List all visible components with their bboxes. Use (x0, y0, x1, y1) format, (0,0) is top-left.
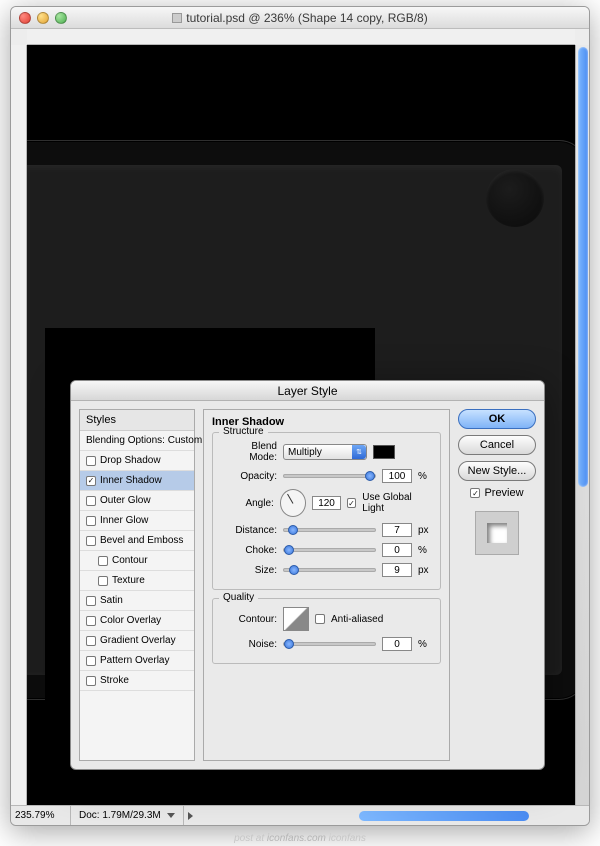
style-checkbox[interactable] (86, 536, 96, 546)
quality-legend: Quality (219, 592, 258, 603)
ok-button[interactable]: OK (458, 409, 536, 429)
ruler-vertical[interactable] (11, 45, 27, 805)
style-checkbox[interactable] (98, 556, 108, 566)
style-item-label: Color Overlay (100, 615, 161, 626)
styles-list: Styles Blending Options: Custom Drop Sha… (79, 409, 195, 761)
noise-field[interactable]: 0 (382, 637, 412, 651)
style-checkbox[interactable] (86, 596, 96, 606)
style-checkbox[interactable] (86, 656, 96, 666)
dialog-buttons: OK Cancel New Style... Preview (458, 409, 536, 761)
style-item-label: Stroke (100, 675, 129, 686)
choke-field[interactable]: 0 (382, 543, 412, 557)
style-checkbox[interactable] (98, 576, 108, 586)
style-item-satin[interactable]: Satin (80, 591, 194, 611)
blend-mode-label: Blend Mode: (221, 441, 277, 463)
style-item-label: Outer Glow (100, 495, 151, 506)
style-item-label: Drop Shadow (100, 455, 161, 466)
choke-slider[interactable] (283, 548, 376, 552)
style-item-outer-glow[interactable]: Outer Glow (80, 491, 194, 511)
shadow-color-swatch[interactable] (373, 445, 395, 459)
anti-aliased-label: Anti-aliased (331, 614, 383, 625)
style-checkbox[interactable] (86, 496, 96, 506)
structure-legend: Structure (219, 426, 268, 437)
style-checkbox[interactable] (86, 516, 96, 526)
ruler-horizontal[interactable] (27, 29, 575, 45)
chevron-right-icon[interactable] (188, 812, 193, 820)
chevron-updown-icon: ⇅ (352, 445, 366, 459)
layer-style-dialog: Layer Style Styles Blending Options: Cus… (70, 380, 545, 770)
noise-label: Noise: (221, 639, 277, 650)
zoom-field[interactable]: 235.79% (11, 806, 71, 825)
style-item-color-overlay[interactable]: Color Overlay (80, 611, 194, 631)
document-icon (172, 13, 182, 23)
style-checkbox[interactable] (86, 476, 96, 486)
size-field[interactable]: 9 (382, 563, 412, 577)
scrollbar-vertical[interactable] (575, 45, 589, 805)
watermark: post at iconfans.com iconfans (0, 833, 600, 844)
doc-size[interactable]: Doc: 1.79M/29.3M (71, 806, 184, 825)
style-item-label: Inner Shadow (100, 475, 162, 486)
style-item-label: Inner Glow (100, 515, 148, 526)
preview-swatch (475, 511, 519, 555)
style-checkbox[interactable] (86, 676, 96, 686)
style-item-label: Texture (112, 575, 145, 586)
preview-checkbox[interactable] (470, 488, 480, 498)
style-item-texture[interactable]: Texture (80, 571, 194, 591)
size-label: Size: (221, 565, 277, 576)
style-checkbox[interactable] (86, 456, 96, 466)
contour-label: Contour: (221, 614, 277, 625)
style-item-label: Gradient Overlay (100, 635, 176, 646)
scrollbar-horizontal-thumb[interactable] (359, 811, 529, 821)
global-light-checkbox[interactable] (347, 498, 357, 508)
choke-label: Choke: (221, 545, 277, 556)
noise-slider[interactable] (283, 642, 376, 646)
opacity-slider[interactable] (283, 474, 376, 478)
style-item-label: Satin (100, 595, 123, 606)
anti-aliased-checkbox[interactable] (315, 614, 325, 624)
angle-dial[interactable] (280, 489, 307, 517)
style-item-drop-shadow[interactable]: Drop Shadow (80, 451, 194, 471)
angle-label: Angle: (221, 498, 274, 509)
dialog-title: Layer Style (71, 381, 544, 401)
blending-options-item[interactable]: Blending Options: Custom (80, 431, 194, 451)
styles-header[interactable]: Styles (80, 410, 194, 431)
style-item-inner-glow[interactable]: Inner Glow (80, 511, 194, 531)
style-item-label: Pattern Overlay (100, 655, 169, 666)
window-title: tutorial.psd @ 236% (Shape 14 copy, RGB/… (186, 11, 427, 25)
style-item-inner-shadow[interactable]: Inner Shadow (80, 471, 194, 491)
style-item-stroke[interactable]: Stroke (80, 671, 194, 691)
style-checkbox[interactable] (86, 616, 96, 626)
style-item-bevel-and-emboss[interactable]: Bevel and Emboss (80, 531, 194, 551)
distance-slider[interactable] (283, 528, 376, 532)
chevron-down-icon[interactable] (167, 813, 175, 818)
effect-settings-panel: Inner Shadow Structure Blend Mode: Multi… (203, 409, 450, 761)
preview-label: Preview (484, 487, 523, 499)
style-item-pattern-overlay[interactable]: Pattern Overlay (80, 651, 194, 671)
opacity-label: Opacity: (221, 471, 277, 482)
style-item-gradient-overlay[interactable]: Gradient Overlay (80, 631, 194, 651)
style-item-contour[interactable]: Contour (80, 551, 194, 571)
scrollbar-thumb[interactable] (578, 47, 588, 487)
distance-label: Distance: (221, 525, 277, 536)
global-light-label: Use Global Light (362, 492, 432, 514)
contour-picker[interactable] (283, 607, 309, 631)
blend-mode-select[interactable]: Multiply⇅ (283, 444, 367, 460)
new-style-button[interactable]: New Style... (458, 461, 536, 481)
style-item-label: Bevel and Emboss (100, 535, 183, 546)
angle-field[interactable]: 120 (312, 496, 340, 510)
size-slider[interactable] (283, 568, 376, 572)
style-checkbox[interactable] (86, 636, 96, 646)
opacity-field[interactable]: 100 (382, 469, 412, 483)
distance-field[interactable]: 7 (382, 523, 412, 537)
style-item-label: Contour (112, 555, 148, 566)
titlebar: tutorial.psd @ 236% (Shape 14 copy, RGB/… (11, 7, 589, 29)
status-bar: 235.79% Doc: 1.79M/29.3M (11, 805, 589, 825)
cancel-button[interactable]: Cancel (458, 435, 536, 455)
